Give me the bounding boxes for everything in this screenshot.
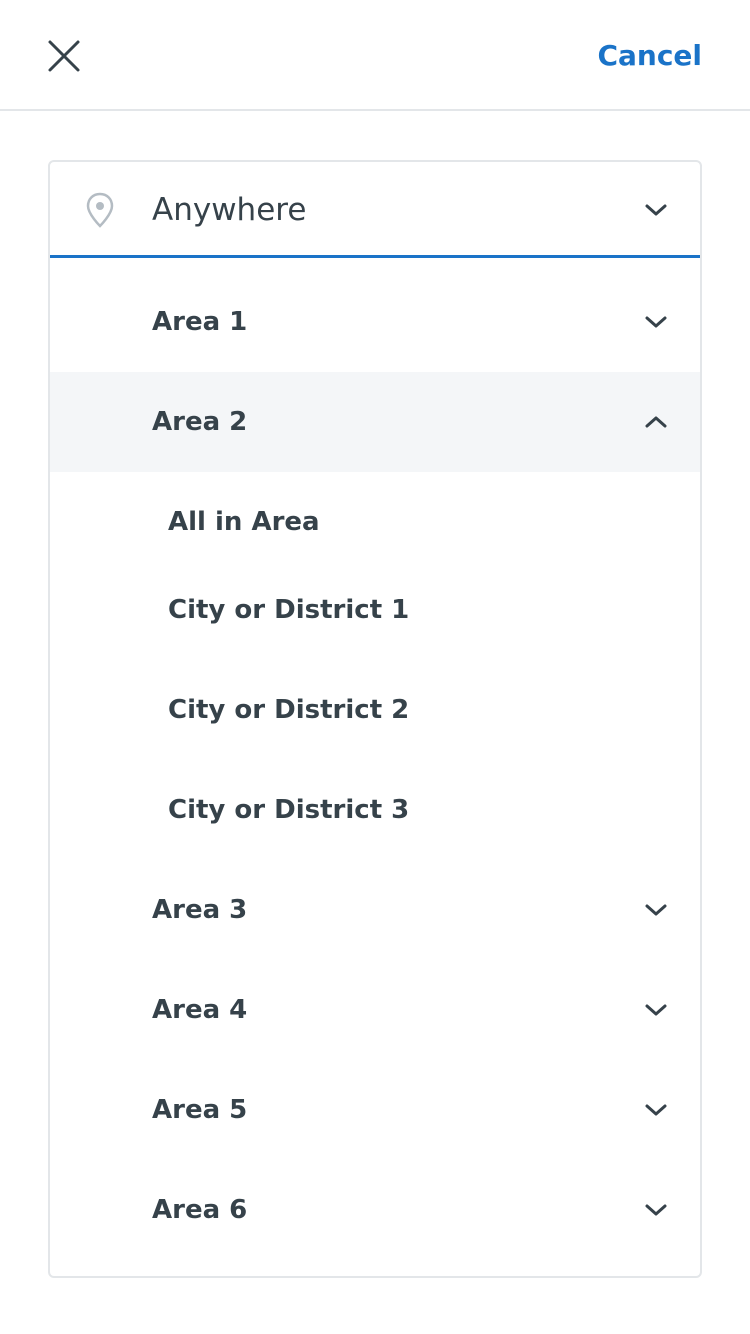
area-label: Area 5	[152, 1095, 248, 1125]
chevron-down-icon	[645, 204, 667, 216]
area-label: Area 3	[152, 895, 248, 925]
chevron-down-icon	[645, 1004, 667, 1016]
area-row-4[interactable]: Area 4	[50, 960, 700, 1060]
area-row-6[interactable]: Area 6	[50, 1160, 700, 1260]
close-button[interactable]	[44, 36, 84, 76]
area-label: Area 4	[152, 995, 248, 1025]
sub-item-label: All in Area	[168, 507, 320, 537]
chevron-down-icon	[645, 1104, 667, 1116]
sub-item-label: City or District 1	[168, 595, 410, 625]
area-label: Area 2	[152, 407, 248, 437]
sub-item-all[interactable]: All in Area	[50, 472, 700, 560]
chevron-down-icon	[645, 1204, 667, 1216]
area-row-5[interactable]: Area 5	[50, 1060, 700, 1160]
sub-item-label: City or District 3	[168, 795, 410, 825]
chevron-down-icon	[645, 316, 667, 328]
area-label: Area 1	[152, 307, 248, 337]
sub-item-label: City or District 2	[168, 695, 410, 725]
map-pin-icon	[86, 192, 114, 228]
area-row-2[interactable]: Area 2	[50, 372, 700, 472]
cancel-button[interactable]: Cancel	[597, 36, 702, 76]
location-panel: Anywhere Area 1 Area 2 All in Area City …	[48, 160, 702, 1278]
close-icon	[48, 40, 80, 72]
chevron-up-icon	[645, 416, 667, 428]
location-selector[interactable]: Anywhere	[50, 162, 700, 258]
top-bar: Cancel	[0, 0, 750, 111]
area-row-1[interactable]: Area 1	[50, 272, 700, 372]
area-row-3[interactable]: Area 3	[50, 860, 700, 960]
sub-item-city-1[interactable]: City or District 1	[50, 560, 700, 660]
sub-item-city-2[interactable]: City or District 2	[50, 660, 700, 760]
chevron-down-icon	[645, 904, 667, 916]
location-value: Anywhere	[152, 192, 307, 228]
area-label: Area 6	[152, 1195, 248, 1225]
sub-item-city-3[interactable]: City or District 3	[50, 760, 700, 860]
